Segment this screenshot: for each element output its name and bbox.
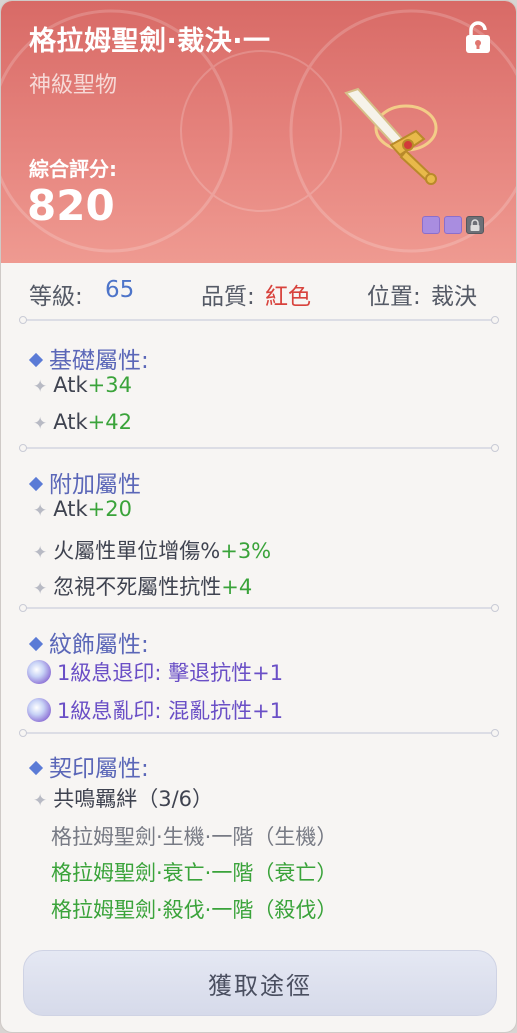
golden-sword-icon: [344, 87, 438, 185]
info-row: 等級: 65 品質: 紅色 位置: 裁決: [1, 277, 516, 313]
score-label: 綜合評分:: [29, 157, 117, 181]
emblem-gem-icon: [27, 660, 51, 684]
diamond-icon: [28, 636, 44, 652]
base-stat-line: ✦ Atk+34: [33, 373, 132, 397]
extra-stat-line: ✦ Atk+20: [33, 497, 132, 521]
emblem-stats-title: 紋飾屬性:: [28, 625, 149, 659]
level-label: 等級:: [29, 284, 83, 310]
seal-stats-title: 契印屬性:: [28, 749, 149, 783]
set-bonus-active: 格拉姆聖劍·殺伐·一階（殺伐）: [51, 898, 338, 922]
sparkle-icon: ✦: [33, 791, 48, 811]
diamond-icon: [28, 476, 44, 492]
emblem-stat-line: 1級息退印: 擊退抗性+1: [27, 657, 283, 687]
resonance-bond: ✦ 共鳴羈絆（3/6）: [33, 787, 214, 811]
sparkle-icon: ✦: [33, 579, 48, 599]
sparkle-icon: ✦: [33, 543, 48, 563]
base-stats-title: 基礎屬性:: [28, 341, 149, 375]
locked-socket-icon: [466, 216, 484, 234]
diamond-icon: [28, 760, 44, 776]
position-label: 位置:: [367, 284, 421, 310]
position-value: 裁決: [431, 284, 477, 310]
extra-stat-line: ✦ 忽視不死屬性抗性+4: [33, 575, 253, 599]
unlock-icon[interactable]: [462, 21, 494, 55]
obtain-source-button[interactable]: 獲取途徑: [23, 950, 497, 1016]
extra-stats-title: 附加屬性: [28, 465, 141, 499]
sparkle-icon: ✦: [33, 501, 48, 521]
divider: [19, 729, 499, 737]
item-title: 格拉姆聖劍·裁決·一: [29, 26, 271, 57]
socket-slot: [444, 216, 462, 234]
divider: [19, 604, 499, 612]
card-header: 格拉姆聖劍·裁決·一 神級聖物 綜合評分: 820: [1, 1, 516, 263]
emblem-gem-icon: [27, 698, 51, 722]
set-bonus-inactive: 格拉姆聖劍·生機·一階（生機）: [51, 825, 338, 849]
set-bonus-active: 格拉姆聖劍·衰亡·一階（衰亡）: [51, 861, 338, 885]
score-value: 820: [27, 181, 115, 230]
quality-label: 品質:: [201, 284, 255, 310]
divider: [19, 444, 499, 452]
base-stat-line: ✦ Atk+42: [33, 410, 132, 434]
divider: [19, 316, 499, 324]
item-detail-card: 格拉姆聖劍·裁決·一 神級聖物 綜合評分: 820 等級: 65 品質: 紅色 …: [0, 0, 517, 1033]
sparkle-icon: ✦: [33, 377, 48, 397]
diamond-icon: [28, 352, 44, 368]
extra-stat-line: ✦ 火屬性單位增傷%+3%: [33, 539, 272, 563]
socket-slots: [422, 216, 484, 234]
level-value: 65: [105, 277, 135, 303]
item-rarity: 神級聖物: [29, 73, 118, 98]
emblem-stat-line: 1級息亂印: 混亂抗性+1: [27, 695, 283, 725]
socket-slot: [422, 216, 440, 234]
quality-value: 紅色: [265, 284, 311, 310]
sparkle-icon: ✦: [33, 414, 48, 434]
